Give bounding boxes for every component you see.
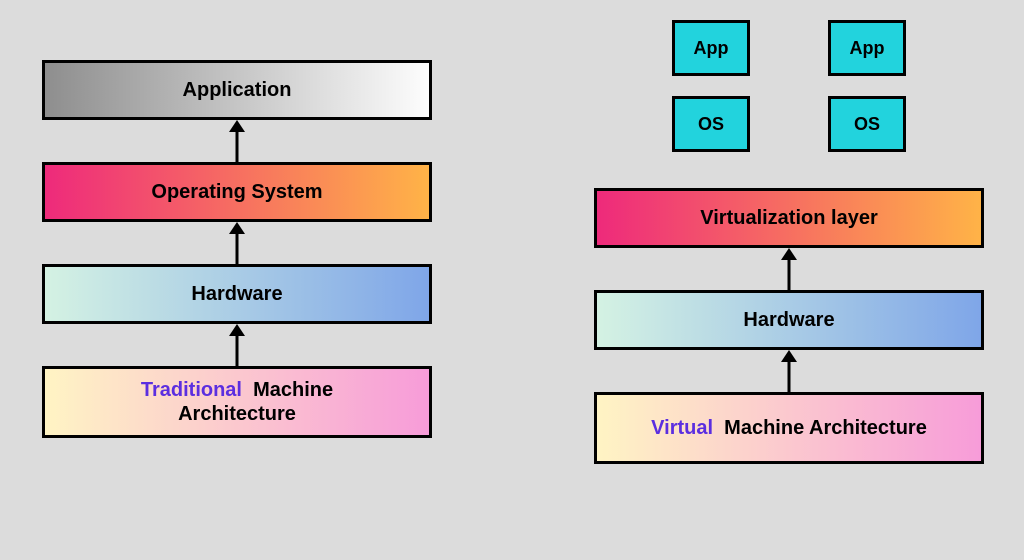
title-line: Virtual Machine Architecture <box>651 416 927 440</box>
arrow-up <box>42 120 432 162</box>
os-label: OS <box>854 114 880 135</box>
arrow-up <box>42 324 432 366</box>
title-line2: Architecture <box>178 402 296 426</box>
virtual-architecture-column: App App OS OS Virtualization layer Hardw… <box>594 20 984 464</box>
hardware-box: Hardware <box>42 264 432 324</box>
os-box-1: OS <box>672 96 750 152</box>
arrow-up <box>594 248 984 290</box>
title-line1: Traditional Machine <box>141 378 333 402</box>
app-box-1: App <box>672 20 750 76</box>
os-label: Operating System <box>151 180 322 204</box>
hardware-label: Hardware <box>743 308 834 332</box>
app-box-2: App <box>828 20 906 76</box>
os-box-2: OS <box>828 96 906 152</box>
os-label: OS <box>698 114 724 135</box>
virtual-title-box: Virtual Machine Architecture <box>594 392 984 464</box>
traditional-title-box: Traditional Machine Architecture <box>42 366 432 438</box>
app-row: App App <box>594 20 984 76</box>
hardware-box: Hardware <box>594 290 984 350</box>
arrow-up <box>594 350 984 392</box>
virtualization-box: Virtualization layer <box>594 188 984 248</box>
title-accent: Traditional <box>141 379 242 401</box>
app-label: App <box>850 38 885 59</box>
arrow-up <box>42 222 432 264</box>
os-box: Operating System <box>42 162 432 222</box>
title-accent: Virtual <box>651 417 713 439</box>
application-box: Application <box>42 60 432 120</box>
application-label: Application <box>183 78 292 102</box>
title-rest: Machine Architecture <box>724 417 927 439</box>
title-rest: Machine <box>253 379 333 401</box>
os-row: OS OS <box>594 96 984 152</box>
hardware-label: Hardware <box>191 282 282 306</box>
app-label: App <box>694 38 729 59</box>
traditional-architecture-column: Application Operating System Hardware Tr… <box>42 60 432 438</box>
virtualization-label: Virtualization layer <box>700 206 877 230</box>
